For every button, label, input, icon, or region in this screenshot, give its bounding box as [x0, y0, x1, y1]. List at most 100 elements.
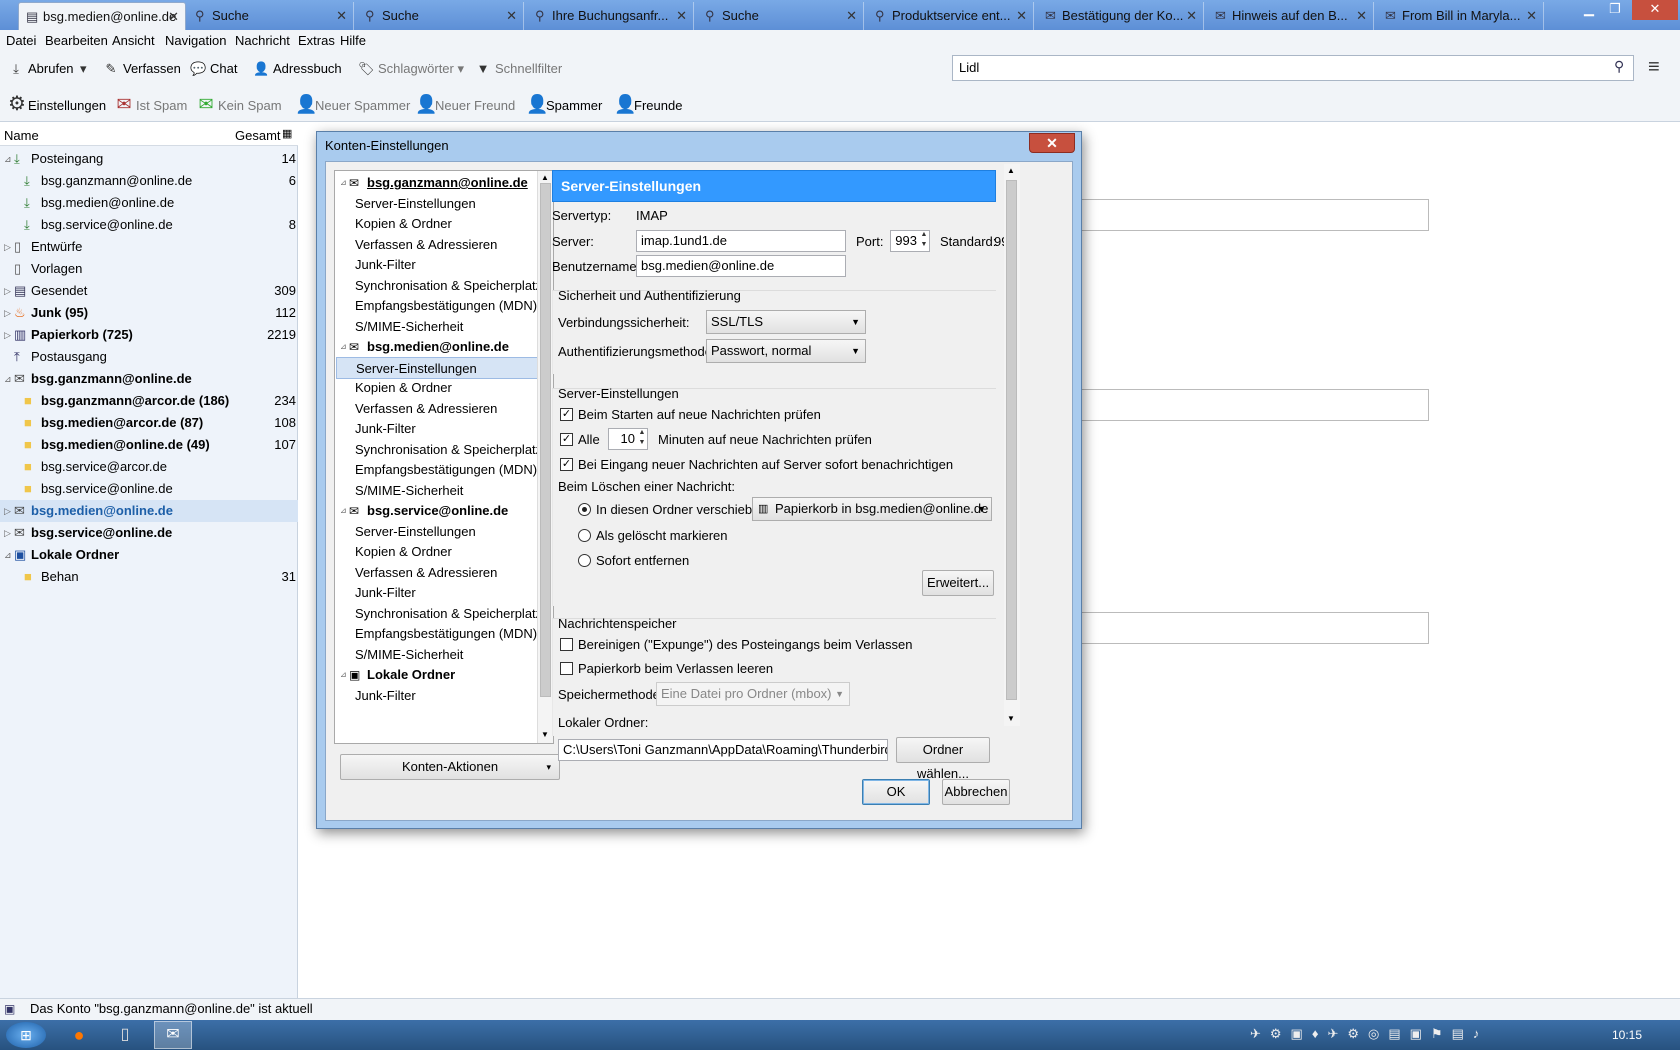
account-tree-scrollbar[interactable]: ▲ ▼ — [537, 171, 553, 743]
folder-row[interactable]: ▯ Vorlagen — [0, 258, 298, 280]
account-settings-item[interactable]: Kopien & Ordner — [336, 213, 538, 235]
folder-row[interactable]: ■ bsg.medien@online.de (49) 107 — [0, 434, 298, 456]
friends-button[interactable]: 👤Freunde — [614, 87, 682, 121]
tab-bestaetigung[interactable]: ✉ Bestätigung der Ko... ✕ — [1038, 2, 1204, 30]
account-settings-item[interactable]: Junk-Filter — [336, 418, 538, 440]
tab-produktservice[interactable]: ⚲ Produktservice ent... ✕ — [868, 2, 1034, 30]
mark-deleted-radio[interactable] — [578, 529, 591, 542]
thunderbird-icon[interactable]: ✉ — [154, 1021, 192, 1049]
twisty-icon[interactable]: ▷ — [4, 324, 11, 346]
is-spam-button[interactable]: ✉ Ist Spam — [116, 87, 187, 121]
menu-navigation[interactable]: Navigation — [165, 33, 226, 48]
get-mail-button[interactable]: ⤓ Abrufen — [8, 52, 73, 86]
minimize-button[interactable]: ▁ — [1576, 0, 1602, 20]
addressbook-button[interactable]: 👤 Adressbuch — [253, 52, 342, 86]
search-icon[interactable]: ⚲ — [1614, 58, 1624, 75]
twisty-icon[interactable]: ⊿ — [340, 500, 347, 522]
account-settings-item[interactable]: Junk-Filter — [336, 685, 538, 707]
spin-down-icon[interactable]: ▼ — [637, 438, 647, 448]
check-on-start-checkbox[interactable]: ✓ — [560, 408, 573, 421]
account-settings-item[interactable]: Junk-Filter — [336, 254, 538, 276]
spammer-button[interactable]: 👤Spammer — [526, 87, 602, 121]
spin-up-icon[interactable]: ▲ — [919, 230, 929, 240]
close-icon[interactable]: ✕ — [1186, 2, 1197, 30]
menu-icon[interactable]: ≡ — [1648, 56, 1660, 79]
folder-row[interactable]: ⊿ ✉ bsg.ganzmann@online.de — [0, 368, 298, 390]
column-total[interactable]: Gesamt — [235, 128, 281, 143]
menu-nachricht[interactable]: Nachricht — [235, 33, 290, 48]
folder-row[interactable]: ■ bsg.service@online.de — [0, 478, 298, 500]
choose-folder-button[interactable]: Ordner wählen... — [896, 737, 990, 781]
remove-now-radio[interactable] — [578, 554, 591, 567]
twisty-icon[interactable]: ▷ — [4, 500, 11, 522]
close-icon[interactable]: ✕ — [506, 2, 517, 30]
scroll-up-icon[interactable]: ▲ — [1007, 166, 1015, 175]
local-folder-input[interactable]: C:\Users\Toni Ganzmann\AppData\Roaming\T… — [558, 739, 888, 761]
settings-button[interactable]: ⚙ Einstellungen — [8, 87, 106, 121]
spin-down-icon[interactable]: ▼ — [919, 240, 929, 250]
folder-row[interactable]: ⊿ ⤓ Posteingang 14 — [0, 148, 298, 170]
chat-button[interactable]: 💬 Chat — [190, 52, 237, 86]
scroll-thumb[interactable] — [1006, 180, 1017, 700]
twisty-icon[interactable]: ⊿ — [4, 368, 12, 390]
check-every-checkbox[interactable]: ✓ — [560, 433, 573, 446]
account-settings-item[interactable]: Empfangsbestätigungen (MDN) — [336, 459, 538, 481]
notify-checkbox[interactable]: ✓ — [560, 458, 573, 471]
tab-bsg-medien[interactable]: ▤ bsg.medien@online.de ✕ — [18, 2, 186, 30]
account-node[interactable]: ⊿ ▣ Lokale Ordner — [336, 664, 538, 686]
account-settings-item[interactable]: Server-Einstellungen — [336, 193, 538, 215]
account-settings-item[interactable]: S/MIME-Sicherheit — [336, 480, 538, 502]
scroll-down-icon[interactable]: ▼ — [1007, 714, 1015, 723]
tab-buchungsanfrage[interactable]: ⚲ Ihre Buchungsanfr... ✕ — [528, 2, 694, 30]
auth-method-select[interactable]: Passwort, normal ▼ — [706, 339, 866, 363]
account-settings-item[interactable]: Kopien & Ordner — [336, 377, 538, 399]
twisty-icon[interactable]: ▷ — [4, 280, 11, 302]
get-mail-dropdown[interactable]: ▾ — [80, 52, 87, 86]
document-icon[interactable]: ▯ — [108, 1022, 142, 1048]
twisty-icon[interactable]: ⊿ — [4, 148, 12, 170]
account-settings-item[interactable]: Verfassen & Adressieren — [336, 562, 538, 584]
ok-button[interactable]: OK — [862, 779, 930, 805]
twisty-icon[interactable]: ⊿ — [340, 172, 347, 194]
scroll-thumb[interactable] — [540, 183, 551, 697]
search-input[interactable]: Lidl — [952, 55, 1634, 81]
new-spammer-button[interactable]: 👤Neuer Spammer — [295, 87, 410, 121]
account-actions-button[interactable]: Konten-Aktionen ▾ — [340, 754, 560, 780]
twisty-icon[interactable]: ⊿ — [340, 664, 347, 686]
expunge-checkbox[interactable] — [560, 638, 573, 651]
folder-row[interactable]: ▷ ▤ Gesendet 309 — [0, 280, 298, 302]
folder-row[interactable]: ▷ ✉ bsg.service@online.de — [0, 522, 298, 544]
account-settings-item[interactable]: Server-Einstellungen — [336, 521, 538, 543]
clock[interactable]: 10:15 — [1612, 1028, 1642, 1042]
menu-hilfe[interactable]: Hilfe — [340, 33, 366, 48]
account-node[interactable]: ⊿ ✉ bsg.medien@online.de — [336, 336, 538, 358]
tray-icons[interactable]: ✈⚙▣♦✈⚙◎▤▣⚑▤♪ — [1250, 1026, 1488, 1042]
account-settings-item[interactable]: Kopien & Ordner — [336, 541, 538, 563]
column-name[interactable]: Name — [4, 128, 39, 143]
account-settings-item[interactable]: S/MIME-Sicherheit — [336, 644, 538, 666]
twisty-icon[interactable]: ▷ — [4, 522, 11, 544]
twisty-icon[interactable]: ▷ — [4, 236, 11, 258]
folder-row[interactable]: ■ bsg.service@arcor.de — [0, 456, 298, 478]
quickfilter-button[interactable]: ▼ Schnellfilter — [475, 52, 563, 86]
close-icon[interactable]: ✕ — [1526, 2, 1537, 30]
folder-row[interactable]: ⤓ bsg.ganzmann@online.de 6 — [0, 170, 298, 192]
tags-button[interactable]: 🏷 Schlagwörter ▾ — [358, 52, 464, 86]
advanced-button[interactable]: Erweitert... — [922, 570, 994, 596]
compose-button[interactable]: ✎ Verfassen — [103, 52, 181, 86]
window-close-button[interactable]: ✕ — [1632, 0, 1678, 20]
trash-folder-select[interactable]: ▥ Papierkorb in bsg.medien@online.de ▼ — [752, 497, 992, 521]
account-node[interactable]: ⊿ ✉ bsg.ganzmann@online.de — [336, 172, 538, 194]
account-settings-item[interactable]: Junk-Filter — [336, 582, 538, 604]
folder-row[interactable]: ■ bsg.ganzmann@arcor.de (186) 234 — [0, 390, 298, 412]
restore-button[interactable]: ❐ — [1602, 0, 1628, 20]
conn-security-select[interactable]: SSL/TLS ▼ — [706, 310, 866, 334]
account-settings-item[interactable]: S/MIME-Sicherheit — [336, 316, 538, 338]
no-spam-button[interactable]: ✉ Kein Spam — [198, 87, 281, 121]
twisty-icon[interactable]: ▷ — [4, 302, 11, 324]
close-icon[interactable]: ✕ — [1016, 2, 1027, 30]
tab-hinweis[interactable]: ✉ Hinweis auf den B... ✕ — [1208, 2, 1374, 30]
menu-bearbeiten[interactable]: Bearbeiten — [45, 33, 108, 48]
twisty-icon[interactable]: ⊿ — [4, 544, 12, 566]
tab-suche-2[interactable]: ⚲ Suche ✕ — [358, 2, 524, 30]
